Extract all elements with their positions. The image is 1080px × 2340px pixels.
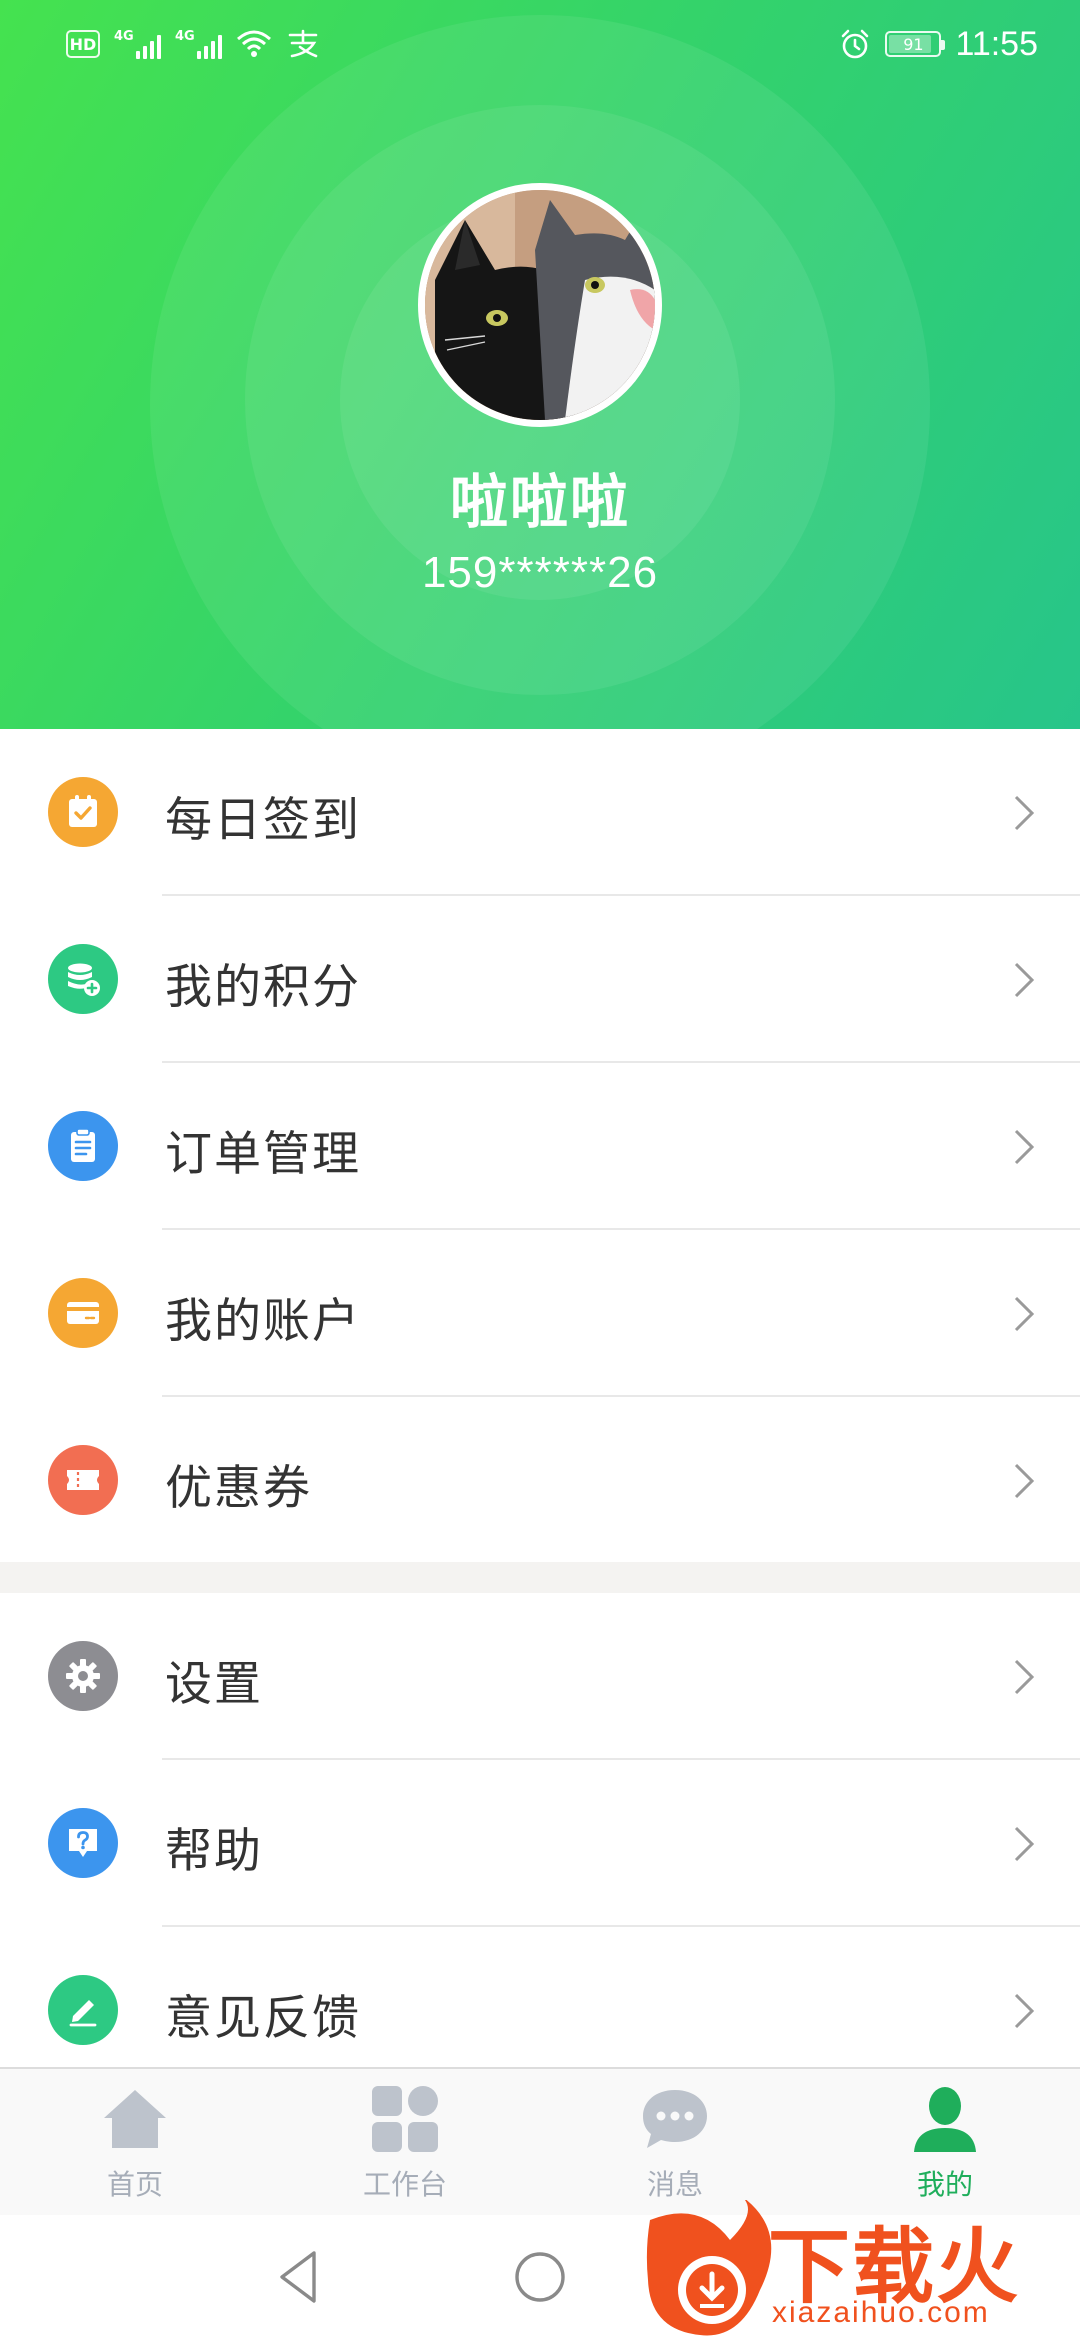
battery-icon: 91 [885, 31, 946, 57]
tab-home[interactable]: 首页 [0, 2069, 270, 2215]
chat-bubble-icon [636, 2083, 714, 2155]
hd-badge: HD [66, 30, 100, 58]
menu-label: 帮助 [165, 1824, 263, 1879]
bottom-tab-bar: 首页 工作台 消息 我的 [0, 2067, 1080, 2215]
tab-label: 工作台 [362, 2168, 447, 2201]
home-icon [96, 2083, 174, 2155]
card-icon [48, 1278, 118, 1348]
person-icon [906, 2083, 984, 2155]
home-circle-icon[interactable] [508, 2245, 572, 2309]
chevron-right-icon [1014, 1129, 1035, 1165]
help-bubble-icon [48, 1808, 118, 1878]
points-database-icon [48, 944, 118, 1014]
menu-item-order-management[interactable]: 订单管理 [0, 1063, 1080, 1230]
menu-item-my-points[interactable]: 我的积分 [0, 896, 1080, 1063]
watermark-domain: xiazaihuo.com [772, 2296, 990, 2329]
chevron-right-icon [1014, 1993, 1035, 2029]
cell-signal-icon: 4G [175, 29, 222, 59]
chevron-right-icon [1014, 962, 1035, 998]
menu-group-primary: 每日签到 我的积分 订单管理 我的账户 优惠券 [0, 729, 1080, 1564]
clock: 11:55 [955, 24, 1038, 63]
alipay-icon [288, 29, 318, 58]
menu-label: 我的账户 [165, 1294, 361, 1349]
ticket-icon [48, 1445, 118, 1515]
profile-header: HD 4G 4G 91 11:55 啦啦啦 159******26 [0, 0, 1080, 729]
pencil-icon [48, 1975, 118, 2045]
menu-item-daily-checkin[interactable]: 每日签到 [0, 729, 1080, 896]
status-bar: HD 4G 4G 91 11:55 [0, 0, 1080, 90]
menu-group-secondary: 设置 帮助 意见反馈 [0, 1593, 1080, 2094]
chevron-right-icon [1014, 795, 1035, 831]
menu-label: 设置 [165, 1657, 263, 1712]
tab-label: 首页 [106, 2168, 163, 2201]
avatar[interactable] [418, 183, 662, 427]
chevron-right-icon [1014, 1659, 1035, 1695]
menu-item-my-account[interactable]: 我的账户 [0, 1230, 1080, 1397]
user-nickname: 啦啦啦 [449, 468, 630, 536]
chevron-right-icon [1014, 1296, 1035, 1332]
calendar-check-icon [48, 777, 118, 847]
menu-label: 每日签到 [165, 793, 361, 848]
grid-icon [366, 2083, 444, 2155]
tab-workbench[interactable]: 工作台 [270, 2069, 540, 2215]
gear-icon [48, 1641, 118, 1711]
cell-signal-icon: 4G [114, 29, 161, 59]
menu-item-settings[interactable]: 设置 [0, 1593, 1080, 1760]
clipboard-list-icon [48, 1111, 118, 1181]
tab-label: 我的 [916, 2168, 973, 2201]
menu-label: 意见反馈 [165, 1991, 361, 2046]
tab-mine[interactable]: 我的 [810, 2069, 1080, 2215]
wifi-icon [237, 30, 271, 57]
menu-item-coupons[interactable]: 优惠券 [0, 1397, 1080, 1564]
menu-label: 我的积分 [165, 960, 361, 1015]
alarm-icon [842, 29, 869, 59]
back-icon[interactable] [268, 2245, 332, 2309]
tab-messages[interactable]: 消息 [540, 2069, 810, 2215]
menu-label: 优惠券 [165, 1461, 312, 1516]
menu-item-help[interactable]: 帮助 [0, 1760, 1080, 1927]
tab-label: 消息 [646, 2168, 703, 2201]
chevron-right-icon [1014, 1826, 1035, 1862]
user-phone: 159******26 [421, 548, 659, 597]
section-separator [0, 1562, 1080, 1593]
menu-label: 订单管理 [165, 1127, 361, 1182]
chevron-right-icon [1014, 1463, 1035, 1499]
